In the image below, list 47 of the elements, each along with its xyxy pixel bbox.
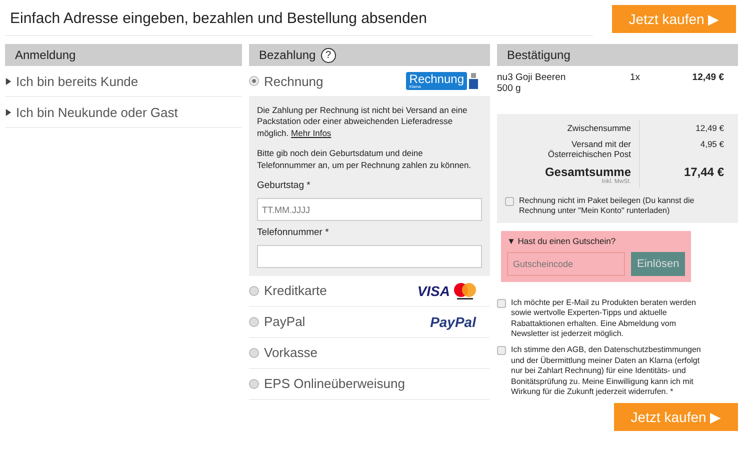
input-field[interactable] [257, 244, 482, 268]
login-option-label: Ich bin Neukunde oder Gast [16, 104, 178, 120]
payment-option[interactable]: Vorkasse [249, 345, 318, 360]
visa-logo: VISA [417, 282, 450, 299]
mastercard-icon [452, 282, 478, 300]
field-label: Geburtstag * [257, 180, 312, 194]
paypal-logo: PayPal [430, 314, 476, 330]
hint-text: Bitte gib noch dein Geburtsdatum und deine Telefonnummer an, um per Rechnung zahlen zu können. [257, 148, 472, 172]
voucher-toggle[interactable]: ▼ Hast du einen Gutschein? [507, 236, 685, 246]
grand-total-label: Gesamtsumme [544, 165, 631, 179]
radio-button[interactable] [249, 348, 259, 358]
section-title: Bezahlung [259, 48, 316, 62]
checkbox[interactable] [497, 298, 506, 308]
total-value: 4,95 € [700, 139, 724, 149]
page-title: Einfach Adresse eingeben, bezahlen und Bestellung absenden [5, 2, 593, 36]
field-label: Telefonnummer * [257, 227, 330, 240]
checkbox[interactable] [505, 197, 514, 206]
total-value: 12,49 € [696, 123, 724, 133]
checkbox[interactable] [497, 346, 506, 356]
help-icon[interactable]: ? [320, 48, 336, 62]
section-header: Bestätigung [497, 44, 738, 66]
section-header: Anmeldung [5, 44, 242, 66]
price: 12,49 € [691, 72, 725, 85]
radio-button[interactable] [249, 76, 259, 86]
more-info-link[interactable]: Mehr Infos [291, 128, 332, 138]
total-label: Zwischensumme [567, 123, 631, 133]
payment-option[interactable]: PayPal [249, 314, 306, 330]
total-label: Versand mit der Österreichischen Post [548, 139, 631, 159]
product-name: nu3 Goji Beeren 500 g [497, 72, 567, 96]
radio-button[interactable] [249, 378, 259, 389]
payment-option[interactable]: Kreditkarte [249, 283, 327, 298]
radio-button[interactable] [249, 316, 259, 327]
checkbox-label: Rechnung nicht im Paket beilegen (Du kannst die Rechnung unter "Mein Konto" runterladen) [519, 196, 696, 217]
badge-icon [469, 73, 478, 89]
login-option[interactable]: Ich bin Neukunde oder Gast [5, 97, 242, 128]
radio-button[interactable] [249, 286, 259, 296]
checkbox-label: Ich möchte per E-Mail zu Produkten beraten werden sowie wertvolle Experten-Tipps und aktuelle Rabattaktionen erhalten. Eine Abmeldung vom Newsletter ist jederzeit möglich. [511, 298, 697, 340]
grand-total-value: 17,44 € [682, 165, 724, 179]
input-field[interactable]: TT.MM.JJJJ [257, 198, 482, 222]
notice-text: Die Zahlung per Rechnung ist nicht bei Versand an eine Packstation oder einer abweichenden Lieferadresse möglich. Mehr Infos [257, 105, 468, 140]
login-option-label: Ich bin bereits Kunde [16, 74, 138, 88]
checkbox-label: Ich stimme den AGB, den Datenschutzbestimmungen und der Übermittlung meiner Daten an Klarna (erfolgt nur bei Zahlart Rechnung) für eine Identitäts- und Bonitätsprüfung zu. Meine Einwilligung kann ich mit Wirkung für die Zukunft jederzeit widerrufen. * [511, 345, 702, 398]
login-option[interactable]: Ich bin bereits Kunde [5, 66, 242, 97]
payment-option[interactable]: Rechnung [249, 74, 324, 88]
payment-option[interactable]: EPS Onlineüberweisung [249, 376, 405, 392]
quantity: 1x [630, 72, 642, 85]
voucher-field[interactable]: Gutscheincode [507, 252, 625, 276]
